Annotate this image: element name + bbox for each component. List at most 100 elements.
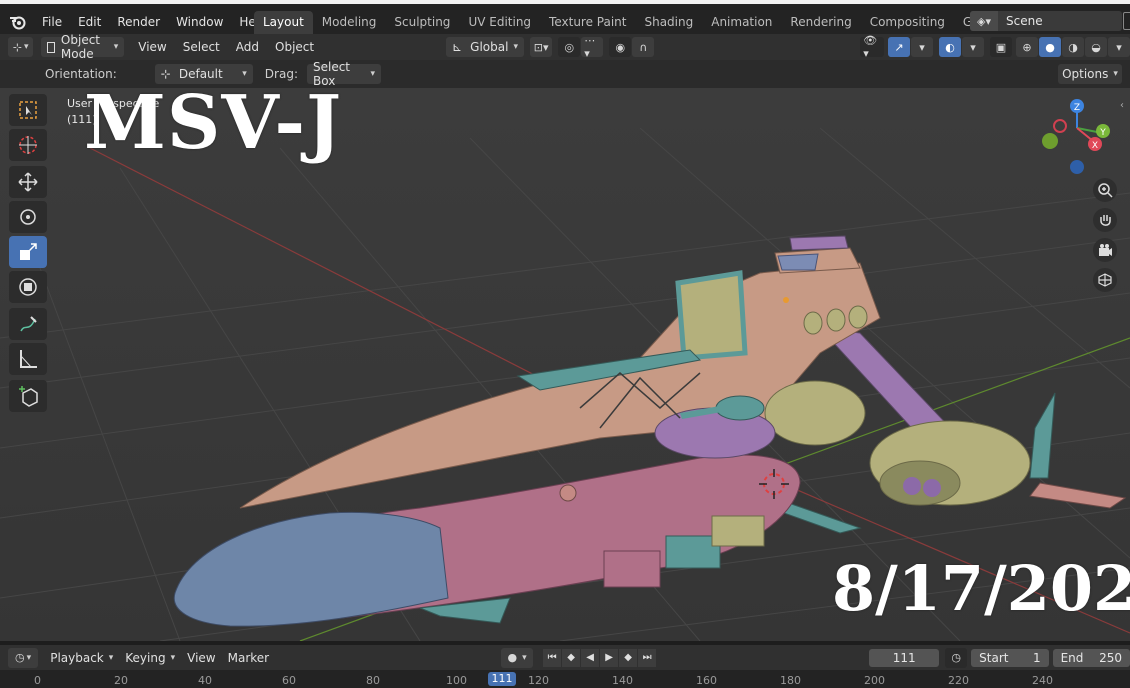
ruler-tick: 160 <box>696 674 717 687</box>
transform-tool[interactable] <box>9 271 47 303</box>
tab-animation[interactable]: Animation <box>702 11 781 34</box>
mode-label: Object Mode <box>60 33 101 61</box>
gizmo-x-label: X <box>1092 141 1098 151</box>
header-menu-object[interactable]: Object <box>267 40 322 54</box>
menu-render[interactable]: Render <box>109 11 168 33</box>
main-menu: File Edit Render Window Help <box>0 10 275 34</box>
pan-hand-icon[interactable] <box>1093 208 1117 232</box>
timeline-menu-view[interactable]: View <box>181 651 221 665</box>
ruler-tick: 20 <box>114 674 128 687</box>
falloff-icon[interactable]: ∩ <box>632 37 655 57</box>
jump-start-icon[interactable]: ⏮ <box>543 648 562 667</box>
mode-dropdown[interactable]: Object Mode ▾ <box>41 33 125 61</box>
add-cube-icon <box>19 386 38 407</box>
header-menu-select[interactable]: Select <box>175 40 228 54</box>
measure-tool[interactable] <box>9 343 47 375</box>
overlay-title: MSV-J <box>84 80 343 166</box>
transform-icon <box>19 278 37 296</box>
left-toolbar <box>9 94 49 415</box>
orientation-value: Default <box>178 67 223 81</box>
overlay-date: 8/17/2022 <box>832 552 1130 625</box>
visibility-icon[interactable]: 👁▾ <box>860 34 884 60</box>
editor-type-button[interactable]: ⊹ ▾ <box>8 37 34 57</box>
tab-sculpting[interactable]: Sculpting <box>385 11 459 34</box>
measure-icon <box>20 350 37 368</box>
snap-target-icon[interactable]: ⋯▾ <box>581 34 604 60</box>
menu-window[interactable]: Window <box>168 11 231 33</box>
timeline-menu-keying[interactable]: Keying ▾ <box>119 651 181 665</box>
scale-tool[interactable] <box>9 236 47 268</box>
select-box-tool[interactable] <box>9 94 47 126</box>
header-menu-view[interactable]: View <box>130 40 174 54</box>
annotate-icon <box>20 316 37 332</box>
tab-layout[interactable]: Layout <box>254 11 313 34</box>
tab-modeling[interactable]: Modeling <box>313 11 386 34</box>
shading-menu-icon[interactable]: ▾ <box>1108 37 1130 57</box>
rotate-tool[interactable] <box>9 201 47 233</box>
prev-keyframe-icon[interactable]: ◆ <box>562 648 581 667</box>
viewport-header: ⊹ ▾ Object Mode ▾ View Select Add Object ⊾… <box>0 33 1130 61</box>
end-label: End <box>1060 650 1084 665</box>
timeline-ruler[interactable]: 0 20 40 60 80 100 120 140 160 180 200 22… <box>0 670 1130 688</box>
add-cube-tool[interactable] <box>9 380 47 412</box>
current-frame-field[interactable]: 111 <box>869 648 940 667</box>
overlay-menu-icon[interactable]: ▾ <box>962 37 984 57</box>
transform-orientation-dropdown[interactable]: ⊾ Global ▾ <box>446 37 524 57</box>
timeline-editor-type-button[interactable]: ◷ ▾ <box>8 647 39 668</box>
end-frame-field[interactable]: End 250 <box>1052 648 1130 667</box>
orthographic-grid-icon[interactable] <box>1093 268 1117 292</box>
orientation-global-icon: ⊾ <box>452 40 463 54</box>
menu-file[interactable]: File <box>34 11 70 33</box>
timeline-menu-playback[interactable]: Playback ▾ <box>44 651 119 665</box>
tab-uv-editing[interactable]: UV Editing <box>459 11 540 34</box>
tab-compositing[interactable]: Compositing <box>861 11 954 34</box>
new-scene-icon[interactable] <box>1123 12 1130 30</box>
gizmo-toggle-icon[interactable]: ↗ <box>888 37 910 57</box>
playhead-indicator[interactable]: 111 <box>488 672 516 686</box>
snap-toggle-icon[interactable]: ◎ <box>558 37 581 57</box>
tab-shading[interactable]: Shading <box>635 11 702 34</box>
camera-view-icon[interactable] <box>1093 238 1117 262</box>
auto-keying-icon[interactable]: ● ▾ <box>501 647 534 668</box>
annotate-tool[interactable] <box>9 308 47 340</box>
play-reverse-icon[interactable]: ◀ <box>581 648 600 667</box>
ruler-tick: 60 <box>282 674 296 687</box>
wireframe-shading-icon[interactable]: ⊕ <box>1016 37 1038 57</box>
move-tool[interactable] <box>9 166 47 198</box>
editor-type-icon: ⊹ <box>12 40 22 54</box>
tab-texture-paint[interactable]: Texture Paint <box>540 11 635 34</box>
blender-logo-icon[interactable] <box>6 11 30 33</box>
overlay-toggle-icon[interactable]: ◐ <box>939 37 961 57</box>
rendered-shading-icon[interactable]: ◒ <box>1085 37 1107 57</box>
move-icon <box>18 172 38 192</box>
gizmo-menu-icon[interactable]: ▾ <box>911 37 933 57</box>
options-label: Options <box>1062 67 1109 81</box>
cursor-tool[interactable] <box>9 129 47 161</box>
ruler-tick: 220 <box>948 674 969 687</box>
jump-end-icon[interactable]: ⏭ <box>638 648 657 667</box>
material-shading-icon[interactable]: ◑ <box>1062 37 1084 57</box>
tab-rendering[interactable]: Rendering <box>781 11 860 34</box>
solid-shading-icon[interactable]: ● <box>1039 37 1061 57</box>
ruler-tick: 240 <box>1032 674 1053 687</box>
zoom-icon[interactable] <box>1093 178 1117 202</box>
clock-icon: ◷ <box>15 651 25 664</box>
scene-selector[interactable]: ◈▾ Scene <box>970 11 1122 31</box>
options-dropdown[interactable]: Options ▾ <box>1058 64 1122 84</box>
ruler-tick: 80 <box>366 674 380 687</box>
xray-toggle-icon[interactable]: ▣ <box>990 37 1012 57</box>
sidebar-toggle-icon[interactable]: ‹ <box>1120 100 1130 114</box>
start-frame-field[interactable]: Start 1 <box>971 648 1049 667</box>
next-keyframe-icon[interactable]: ◆ <box>619 648 638 667</box>
header-menu-add[interactable]: Add <box>228 40 267 54</box>
play-icon[interactable]: ▶ <box>600 648 619 667</box>
object-mode-icon <box>47 41 55 53</box>
preview-range-icon[interactable]: ◷ <box>945 647 968 668</box>
workspace-tabs: Layout Modeling Sculpting UV Editing Tex… <box>254 11 1060 34</box>
timeline-menu-marker[interactable]: Marker <box>222 651 275 665</box>
menu-edit[interactable]: Edit <box>70 11 109 33</box>
select-box-icon <box>19 101 37 119</box>
proportional-edit-icon[interactable]: ◉ <box>609 37 632 57</box>
pivot-point-icon[interactable]: ⊡▾ <box>529 37 553 57</box>
ruler-tick: 120 <box>528 674 549 687</box>
